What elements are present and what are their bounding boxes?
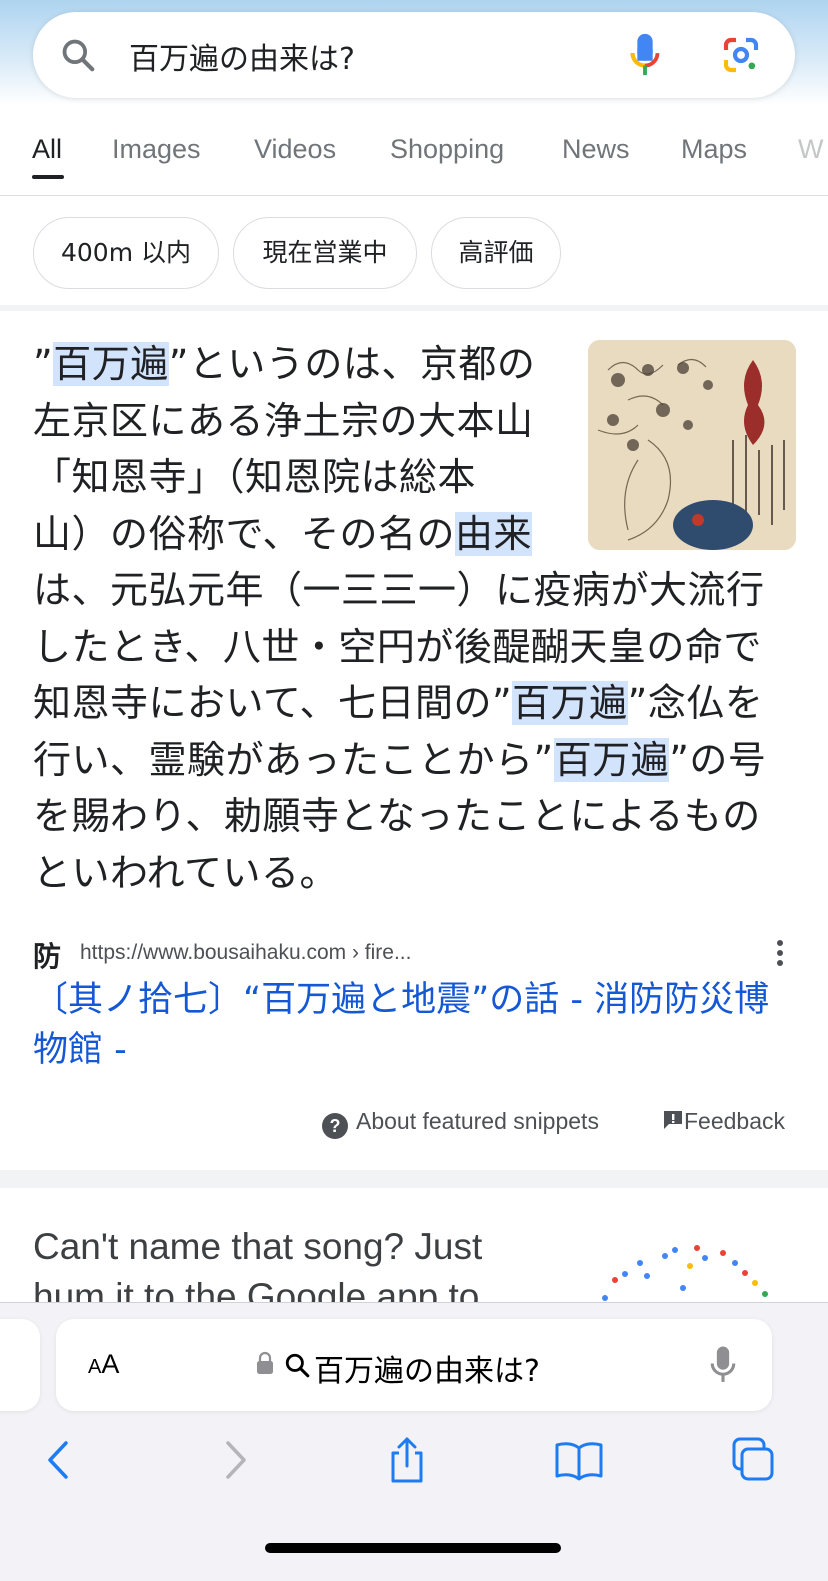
snippet-text: 「知恩寺」（知恩院は総本: [33, 455, 477, 499]
tab-videos[interactable]: Videos: [254, 134, 336, 165]
about-label: About featured snippets: [356, 1108, 599, 1134]
snippet-text: といわれている。: [33, 850, 338, 895]
reader-text-size-button[interactable]: AA: [88, 1349, 119, 1380]
voice-search-icon[interactable]: [710, 1345, 736, 1385]
snippet-line: は、元弘元年（一三三一）に疫病が大流行: [33, 562, 793, 619]
search-input[interactable]: 百万遍の由来は?: [129, 34, 355, 78]
result-title-link[interactable]: 〔其ノ拾七〕“百万遍と地震”の話 - 消防防災博物館 -: [33, 975, 793, 1075]
help-icon: ?: [322, 1113, 348, 1139]
feedback-button[interactable]: Feedback: [662, 1108, 785, 1135]
snippet-text: ”というのは、京都の: [168, 342, 536, 386]
tab-news[interactable]: News: [562, 134, 630, 165]
section-divider-2: [0, 1170, 828, 1188]
snippet-thumbnail-image[interactable]: [588, 340, 796, 550]
snippet-text: 行い、霊験があったことから”: [33, 737, 554, 782]
snippet-text: したとき、八世・空円が後醍醐天皇の命で: [33, 624, 762, 669]
back-icon[interactable]: [36, 1435, 86, 1485]
more-options-icon[interactable]: [775, 937, 785, 969]
snippet-line: といわれている。: [33, 845, 793, 902]
section-divider: [0, 305, 828, 311]
browser-bottom-bar: AA 百万遍の由来は?: [0, 1302, 828, 1581]
search-small-icon: [285, 1353, 310, 1378]
snippet-text: ”念仏を: [627, 681, 764, 725]
highlighted-term: 百万遍: [553, 737, 670, 782]
tab-web-partial[interactable]: W: [798, 134, 823, 165]
snippet-line: 行い、霊験があったことから”百万遍”の号: [33, 732, 793, 789]
snippet-line: 知恩寺において、七日間の”百万遍”念仏を: [33, 675, 793, 732]
snippet-text: ”の号: [669, 737, 767, 782]
highlighted-term: 百万遍: [53, 342, 169, 386]
snippet-line: したとき、八世・空円が後醍醐天皇の命で: [33, 619, 793, 676]
bookmarks-icon[interactable]: [554, 1435, 604, 1485]
tab-shopping[interactable]: Shopping: [390, 134, 504, 165]
microphone-icon[interactable]: [629, 32, 661, 78]
hum-to-search-illustration: [602, 1245, 768, 1301]
address-bar[interactable]: AA 百万遍の由来は?: [56, 1319, 772, 1411]
highlighted-term: 百万遍: [512, 681, 628, 725]
result-source-row[interactable]: 防 https://www.bousaihaku.com › fire...: [33, 935, 798, 975]
snippet-text: 知恩寺において、七日間の”: [33, 681, 513, 725]
active-tab-indicator: [32, 175, 64, 179]
google-lens-icon[interactable]: [721, 35, 761, 75]
chip-open-now[interactable]: 現在営業中: [233, 217, 417, 289]
tabs-icon[interactable]: [728, 1435, 778, 1485]
lock-icon: [257, 1351, 273, 1374]
highlighted-term: 由来: [454, 511, 532, 556]
snippet-line: を賜わり、勅願寺となったことによるもの: [33, 788, 793, 845]
search-icon: [62, 39, 95, 72]
forward-icon[interactable]: [210, 1435, 260, 1485]
result-url[interactable]: https://www.bousaihaku.com › fire...: [80, 941, 411, 965]
feedback-icon: [664, 1111, 682, 1129]
home-indicator: [265, 1543, 561, 1553]
chip-top-rated[interactable]: 高評価: [431, 217, 561, 289]
snippet-text: は、元弘元年（一三三一）に疫病が大流行: [33, 568, 765, 612]
site-favicon: 防: [33, 940, 62, 973]
tab-images[interactable]: Images: [112, 134, 201, 165]
address-text[interactable]: 百万遍の由来は?: [314, 1346, 540, 1390]
feedback-label: Feedback: [684, 1108, 786, 1134]
snippet-text: 山）の俗称で、その名の: [33, 511, 455, 556]
share-icon[interactable]: [382, 1435, 432, 1485]
search-box[interactable]: 百万遍の由来は?: [33, 12, 795, 98]
snippet-text: ”: [33, 342, 54, 386]
about-featured-snippets-link[interactable]: ? About featured snippets: [322, 1108, 599, 1139]
tab-maps[interactable]: Maps: [681, 134, 747, 165]
chip-distance[interactable]: 400m 以内: [33, 217, 219, 289]
snippet-text: 左京区にある浄土宗の大本山: [33, 398, 534, 443]
search-tabs: All Images Videos Shopping News Maps W: [0, 118, 828, 196]
snippet-text: を賜わり、勅願寺となったことによるもの: [33, 794, 761, 838]
tab-all[interactable]: All: [32, 134, 62, 165]
previous-tab-preview[interactable]: [0, 1319, 40, 1411]
